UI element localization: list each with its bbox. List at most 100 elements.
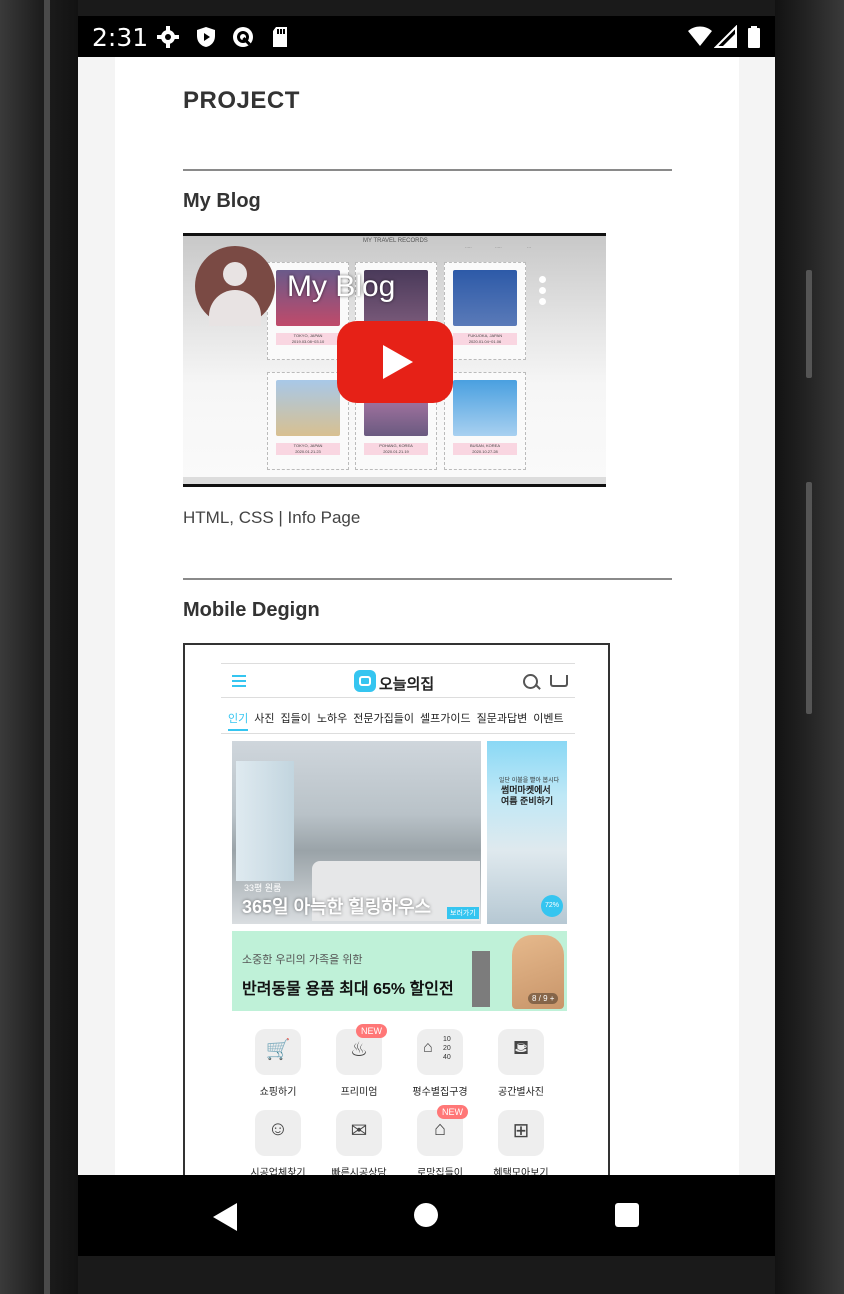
category-label: 프리미엄 [340,1087,378,1098]
play-button-icon[interactable] [337,321,453,403]
battery-icon [748,26,760,48]
card-label: TOKYO, JAPAN 2020.01.21.23 [276,443,340,455]
wifi-icon [688,26,712,46]
banner-title: 반려동물 용품 최대 65% 할인전 [242,981,454,998]
mobile-design-mockup: 오늘의집 인기 사진 집들이 노하우 전문가집들이 셀프가이드 질문과답변 이벤트 33평 원… [183,643,610,1175]
status-bar: 2:31 [78,16,775,57]
home-icon[interactable] [414,1203,438,1227]
house-number: 40 [443,1054,451,1061]
card-photo [276,380,340,436]
mockup-top-line [221,663,575,664]
mockup-tabs-line [221,733,575,734]
category-by-size: ⌂ 10 20 40 평수별집구경 [405,1029,475,1098]
house-number: 10 [443,1036,451,1043]
mockup-tab: 질문과답변 [476,713,528,725]
sofa-icon: ⛾ [498,1029,544,1075]
thumbnail-header: MY TRAVEL RECORDS [363,238,428,244]
thumbnail-footer [183,477,606,484]
category-shopping: 🛒 쇼핑하기 [243,1029,313,1098]
app-logo-text: 오늘의집 [379,676,435,693]
gift-icon: ⊞ [498,1110,544,1156]
mockup-tab: 노하우 [316,713,348,725]
category-benefits: ⊞ 혜택모아보기 [486,1110,556,1175]
volume-button [806,482,812,714]
category-quick-consult: ✉ 빠른시공상담 [324,1110,394,1175]
device-frame-bottom [78,1256,775,1294]
category-dream-house: ⌂ NEW 로망집들이 [405,1105,475,1175]
window-icon: ⌂ NEW [417,1105,468,1156]
card-label: TOKYO, JAPAN 2019.03.08~03.10 [276,333,340,345]
category-label: 쇼핑하기 [259,1087,297,1098]
more-options-icon[interactable] [539,276,547,309]
divider [183,169,672,171]
back-icon[interactable] [213,1203,237,1231]
project-title-mobile: Mobile Degign [183,599,320,621]
thumbnail-nav-1: ····· [465,245,472,250]
avatar-head [223,262,247,286]
thumbnail-nav-2: ····· [495,245,502,250]
video-title[interactable]: My Blog [287,270,395,304]
app-logo-icon [354,670,376,692]
lamp-icon: ♨ NEW [336,1024,387,1075]
project-title-blog: My Blog [183,190,261,212]
sd-card-icon [273,27,287,47]
thumbnail-nav-3: ··· [527,245,531,250]
card-label: BUSAN, KOREA 2020.10.27.28 [453,443,517,455]
mockup-tab: 인기 [228,713,249,725]
worker-icon: ☺ [255,1110,301,1156]
hero-button: 보러가기 [447,907,479,919]
mockup-side-banner: 일단 이불을 빨아 봅시다 썸머마켓에서 여름 준비하기 72% [487,741,567,924]
device-frame-left [0,0,78,1294]
mockup-header-line [221,697,575,698]
video-embed[interactable]: MY TRAVEL RECORDS ····· ····· ··· TOKYO,… [183,233,606,487]
category-label: 빠른시공상담 [331,1168,387,1175]
card-photo [453,380,517,436]
project-caption: HTML, CSS | Info Page [183,508,361,527]
device-frame-top [78,0,775,16]
active-tab-underline [228,729,248,731]
category-label: 로망집들이 [417,1168,463,1175]
banner-page-indicator: 8 / 9 + [528,993,559,1004]
navigation-bar [78,1175,775,1256]
page-title: PROJECT [183,87,300,114]
power-button [806,270,812,378]
shopping-cart-icon: 🛒 [255,1029,301,1075]
card-label: FUKUOKA, JAPAN 2020.01.04~01.06 [453,333,517,345]
signal-icon [714,25,737,48]
mockup-promo-banner: 소중한 우리의 가족을 위한 반려동물 용품 최대 65% 할인전 8 / 9 … [232,931,567,1011]
webview[interactable]: PROJECT My Blog MY TRAVEL RECORDS ····· … [78,57,775,1175]
device-frame-right [775,0,844,1294]
banner-subtitle: 소중한 우리의 가족을 위한 [242,954,363,966]
at-sign-icon [233,27,253,47]
status-time: 2:31 [92,23,149,52]
mockup-tab: 사진 [254,713,275,725]
mockup-tabs: 인기 사진 집들이 노하우 전문가집들이 셀프가이드 질문과답변 이벤트 [228,710,570,726]
side-title: 썸머마켓에서 여름 준비하기 [501,785,554,806]
shield-icon [197,27,215,47]
avatar-body [209,290,261,326]
mockup-tab: 집들이 [280,713,311,725]
card-label: POHANG, KOREA 2020.01.21.19 [364,443,428,455]
category-label: 평수별집구경 [412,1087,468,1098]
category-label: 시공업체찾기 [250,1168,306,1175]
cat-tower-image [472,951,490,1007]
new-badge: NEW [437,1105,468,1119]
card-photo [453,270,517,326]
mockup-hero-banner: 33평 원룸 365일 아늑한 힐링하우스 보러가기 [232,741,481,924]
side-percent-badge: 72% [541,895,563,917]
side-small-text: 일단 이불을 빨아 봅시다 [499,778,560,784]
chat-icon: ✉ [336,1110,382,1156]
category-by-space: ⛾ 공간별사진 [486,1029,556,1098]
travel-card: BUSAN, KOREA 2020.10.27.28 [444,372,526,470]
mockup-tab: 셀프가이드 [419,713,471,725]
cart-icon [550,675,568,687]
category-label: 혜택모아보기 [493,1168,549,1175]
page-content: PROJECT My Blog MY TRAVEL RECORDS ····· … [115,57,739,1175]
mockup-tab: 전문가집들이 [353,713,414,725]
travel-card: FUKUOKA, JAPAN 2020.01.04~01.06 [444,262,526,360]
hero-window [236,761,294,881]
mockup-tab: 이벤트 [533,713,564,725]
channel-avatar-icon[interactable] [195,246,275,326]
search-icon [523,674,538,689]
recent-apps-icon[interactable] [615,1203,639,1227]
